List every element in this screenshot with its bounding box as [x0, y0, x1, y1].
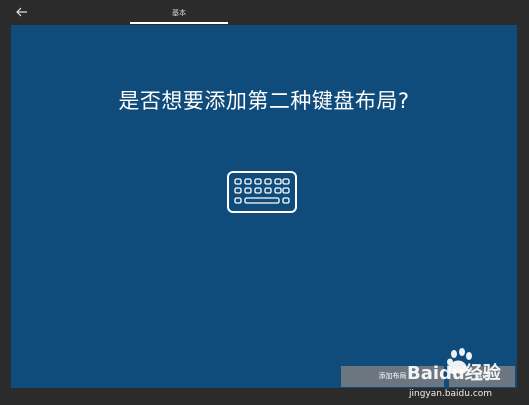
keyboard-icon	[227, 171, 297, 213]
main-panel: 是否想要添加第二种键盘布局? 添加布局 跳过	[11, 25, 517, 388]
tab-basics[interactable]: 基本	[130, 0, 228, 24]
top-bar: 基本	[0, 0, 529, 24]
arrow-left-icon	[16, 7, 27, 17]
watermark-url: jingyan.baidu.com	[408, 389, 492, 399]
add-layout-button[interactable]: 添加布局	[341, 366, 444, 387]
page-question: 是否想要添加第二种键盘布局?	[118, 89, 410, 113]
back-button[interactable]	[14, 4, 30, 20]
tab-underline	[130, 22, 228, 24]
skip-button[interactable]: 跳过	[449, 366, 515, 387]
